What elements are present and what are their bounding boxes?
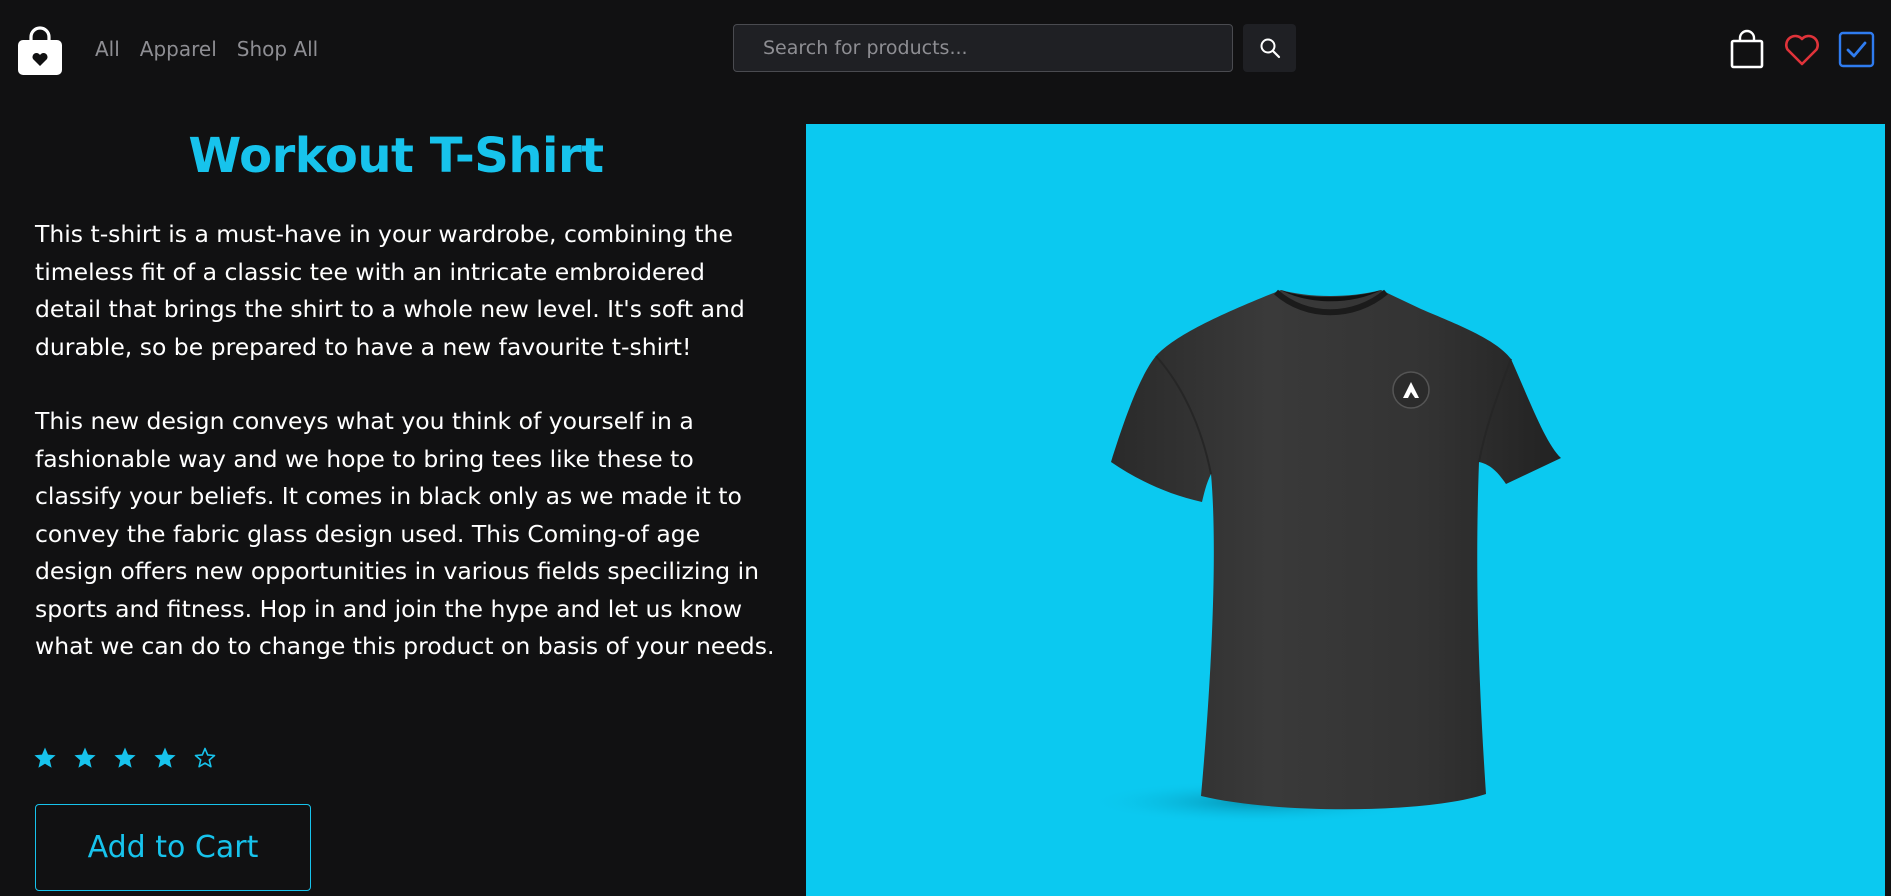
shopping-bag-logo-icon[interactable] (17, 24, 63, 76)
nav-link-shop-all[interactable]: Shop All (237, 37, 318, 61)
star-icon-filled[interactable] (153, 746, 177, 770)
search-box (733, 24, 1233, 72)
heart-icon[interactable] (1783, 31, 1821, 67)
main-nav: All Apparel Shop All (95, 37, 338, 61)
tshirt-image (1088, 289, 1561, 824)
star-icon-filled[interactable] (113, 746, 137, 770)
search-button[interactable] (1243, 24, 1296, 72)
bag-icon[interactable] (1729, 29, 1765, 69)
star-icon-filled[interactable] (73, 746, 97, 770)
product-image (806, 124, 1885, 896)
star-icon-filled[interactable] (33, 746, 57, 770)
nav-link-all[interactable]: All (95, 37, 120, 61)
product-description-extended: This new design conveys what you think o… (35, 407, 775, 660)
nav-link-apparel[interactable]: Apparel (140, 37, 217, 61)
site-header: All Apparel Shop All (0, 0, 1891, 98)
product-description: This t-shirt is a must-have in your ward… (35, 220, 745, 361)
search-icon (1260, 38, 1280, 59)
add-to-cart-button[interactable]: Add to Cart (35, 804, 311, 891)
star-rating[interactable] (33, 746, 217, 770)
star-icon-empty[interactable] (193, 746, 217, 770)
product-title: Workout T-Shirt (188, 128, 604, 184)
search-input[interactable] (734, 25, 1232, 71)
check-icon[interactable] (1838, 31, 1875, 68)
